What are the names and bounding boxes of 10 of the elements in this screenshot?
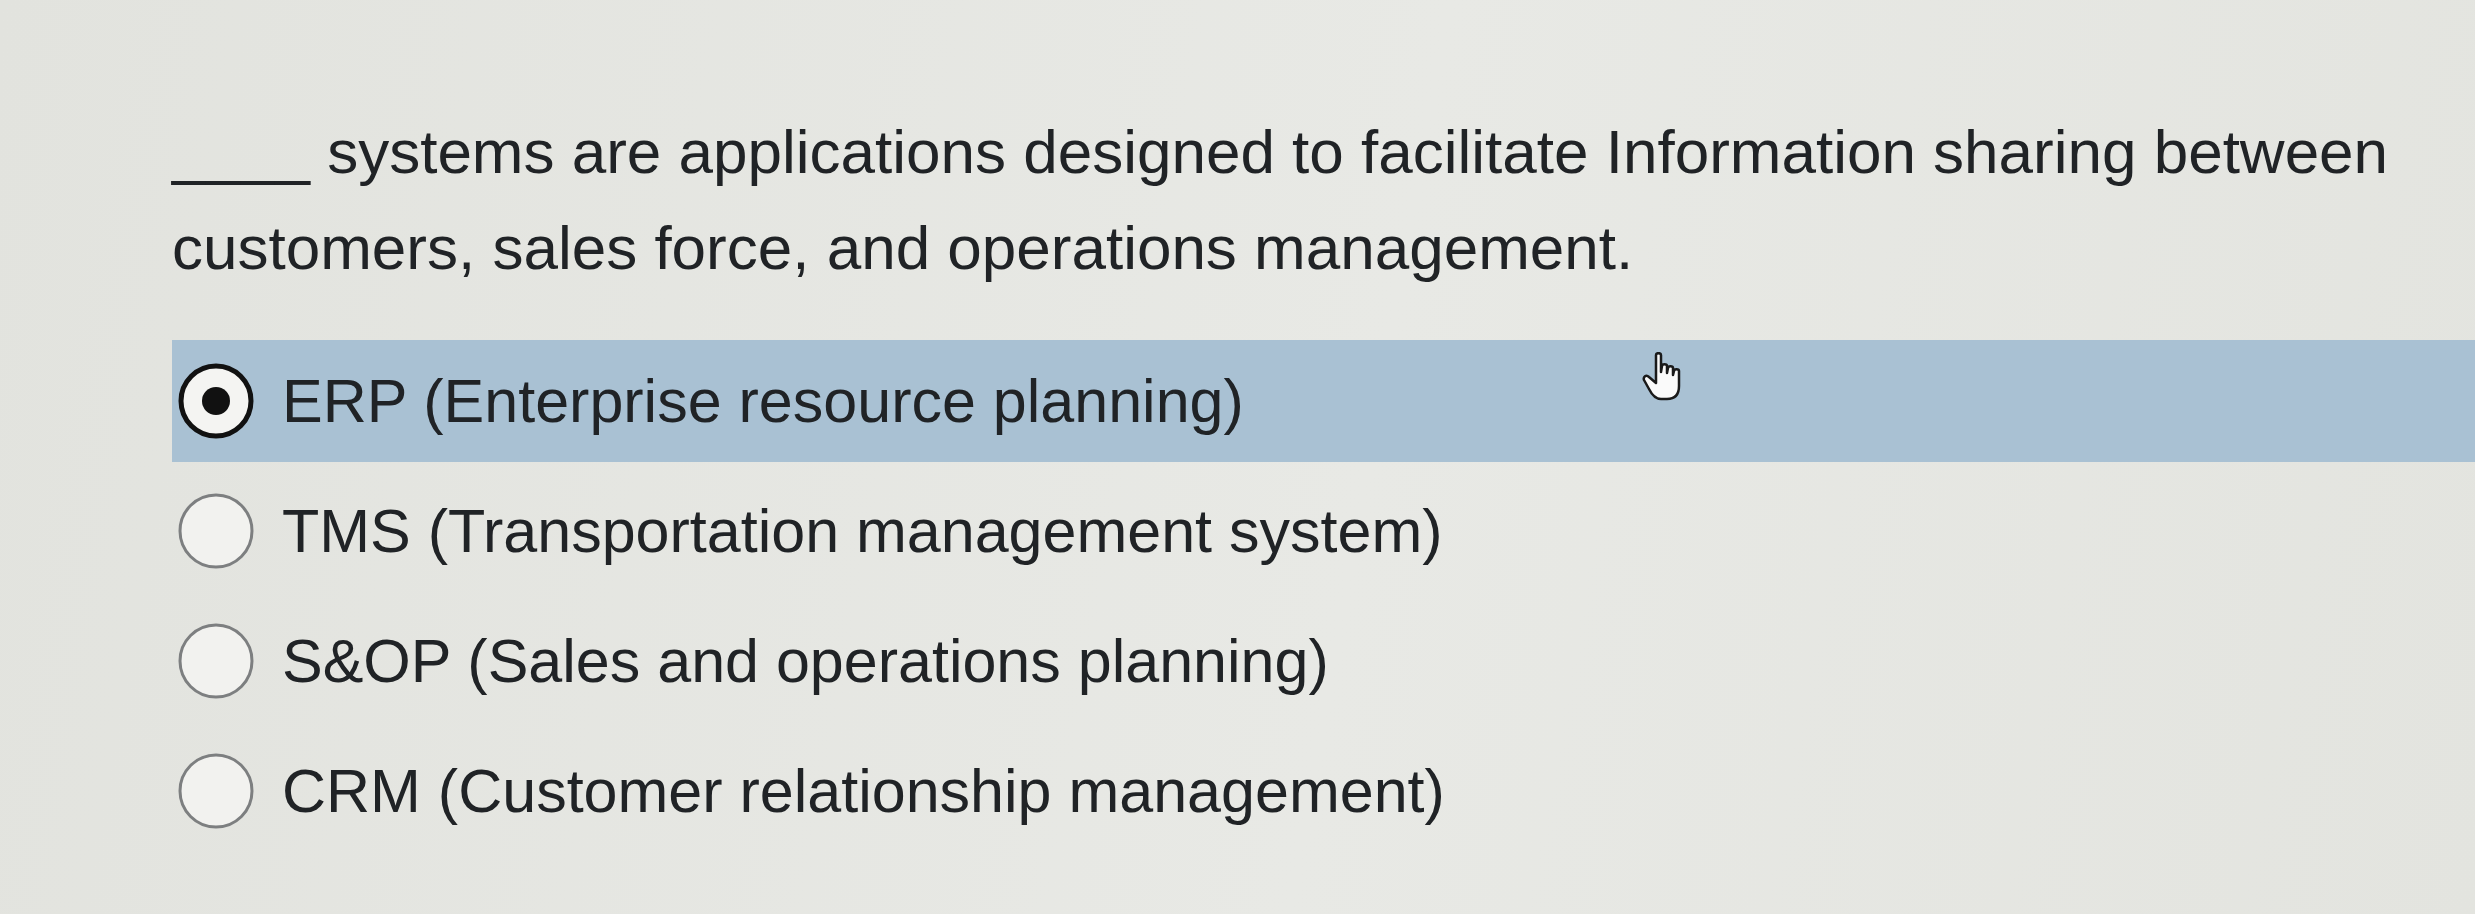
radio-button[interactable] — [178, 753, 254, 829]
radio-button[interactable] — [178, 623, 254, 699]
radio-button[interactable] — [178, 363, 254, 439]
option-label[interactable]: S&OP (Sales and operations planning) — [282, 626, 1329, 696]
option-label[interactable]: ERP (Enterprise resource planning) — [282, 366, 1244, 436]
option-label[interactable]: TMS (Transportation management system) — [282, 496, 1443, 566]
radio-button[interactable] — [178, 493, 254, 569]
option-label[interactable]: CRM (Customer relationship management) — [282, 756, 1445, 826]
hand-cursor-icon — [1642, 352, 1682, 402]
question-text: ____ systems are applications designed to facilitate Information sharing between customers, sales force, and operations management. — [172, 116, 2390, 284]
